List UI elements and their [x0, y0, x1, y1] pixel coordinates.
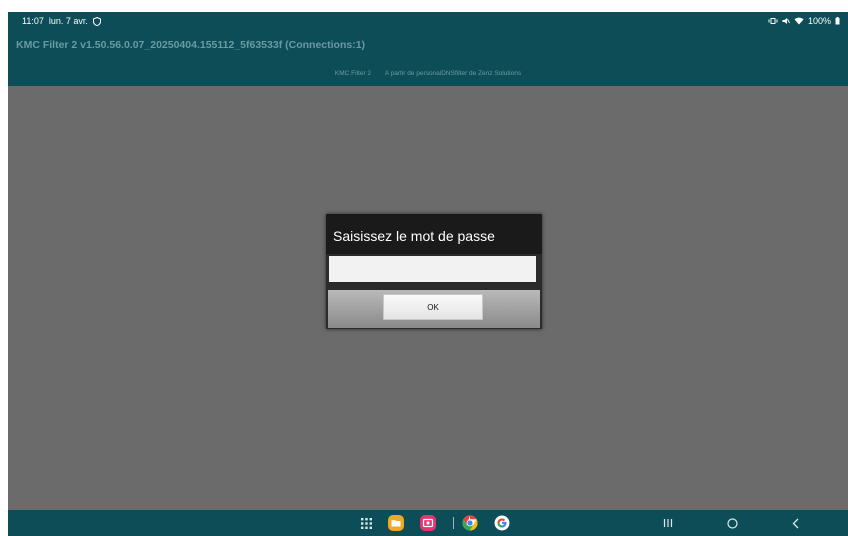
home-icon[interactable]: [722, 510, 742, 536]
status-left: 11:07 lun. 7 avr.: [22, 16, 101, 26]
screen-recorder-app-icon[interactable]: [418, 510, 438, 536]
recents-icon[interactable]: [658, 510, 678, 536]
chrome-app-icon[interactable]: [460, 510, 480, 536]
tablet-screen: 11:07 lun. 7 avr. 100% KMC Filter 2 v1.5…: [8, 12, 848, 536]
battery-percent: 100%: [807, 16, 831, 26]
wifi-icon: [794, 17, 804, 25]
ok-button[interactable]: OK: [383, 294, 483, 320]
status-date: lun. 7 avr.: [48, 16, 88, 26]
password-dialog: Saisissez le mot de passe OK: [326, 214, 542, 329]
dialog-title: Saisissez le mot de passe: [326, 214, 542, 254]
nav-divider: [453, 517, 454, 529]
navigation-bar: [8, 510, 848, 536]
folder-app-icon[interactable]: [386, 510, 406, 536]
apps-grid-icon[interactable]: [356, 510, 376, 536]
battery-icon: [835, 17, 840, 25]
google-app-icon[interactable]: [492, 510, 512, 536]
status-right: 100%: [768, 16, 840, 26]
app-subtitle: KMC Filter 2 A partir de personalDNSfilt…: [8, 70, 848, 77]
subtitle-description: A partir de personalDNSfilter de Zenz So…: [384, 70, 522, 77]
mute-icon: [782, 18, 790, 24]
back-icon[interactable]: [786, 510, 806, 536]
status-time: 11:07: [22, 16, 44, 26]
shield-icon: [92, 16, 101, 26]
subtitle-app-name: KMC Filter 2: [334, 70, 372, 77]
app-title: KMC Filter 2 v1.50.56.0.07_20250404.1551…: [16, 39, 366, 51]
app-bar: KMC Filter 2 v1.50.56.0.07_20250404.1551…: [8, 30, 848, 86]
password-input[interactable]: [329, 256, 536, 282]
dialog-button-bar: OK: [328, 290, 540, 328]
vibrate-icon: [768, 18, 778, 24]
status-bar: 11:07 lun. 7 avr. 100%: [8, 12, 848, 30]
